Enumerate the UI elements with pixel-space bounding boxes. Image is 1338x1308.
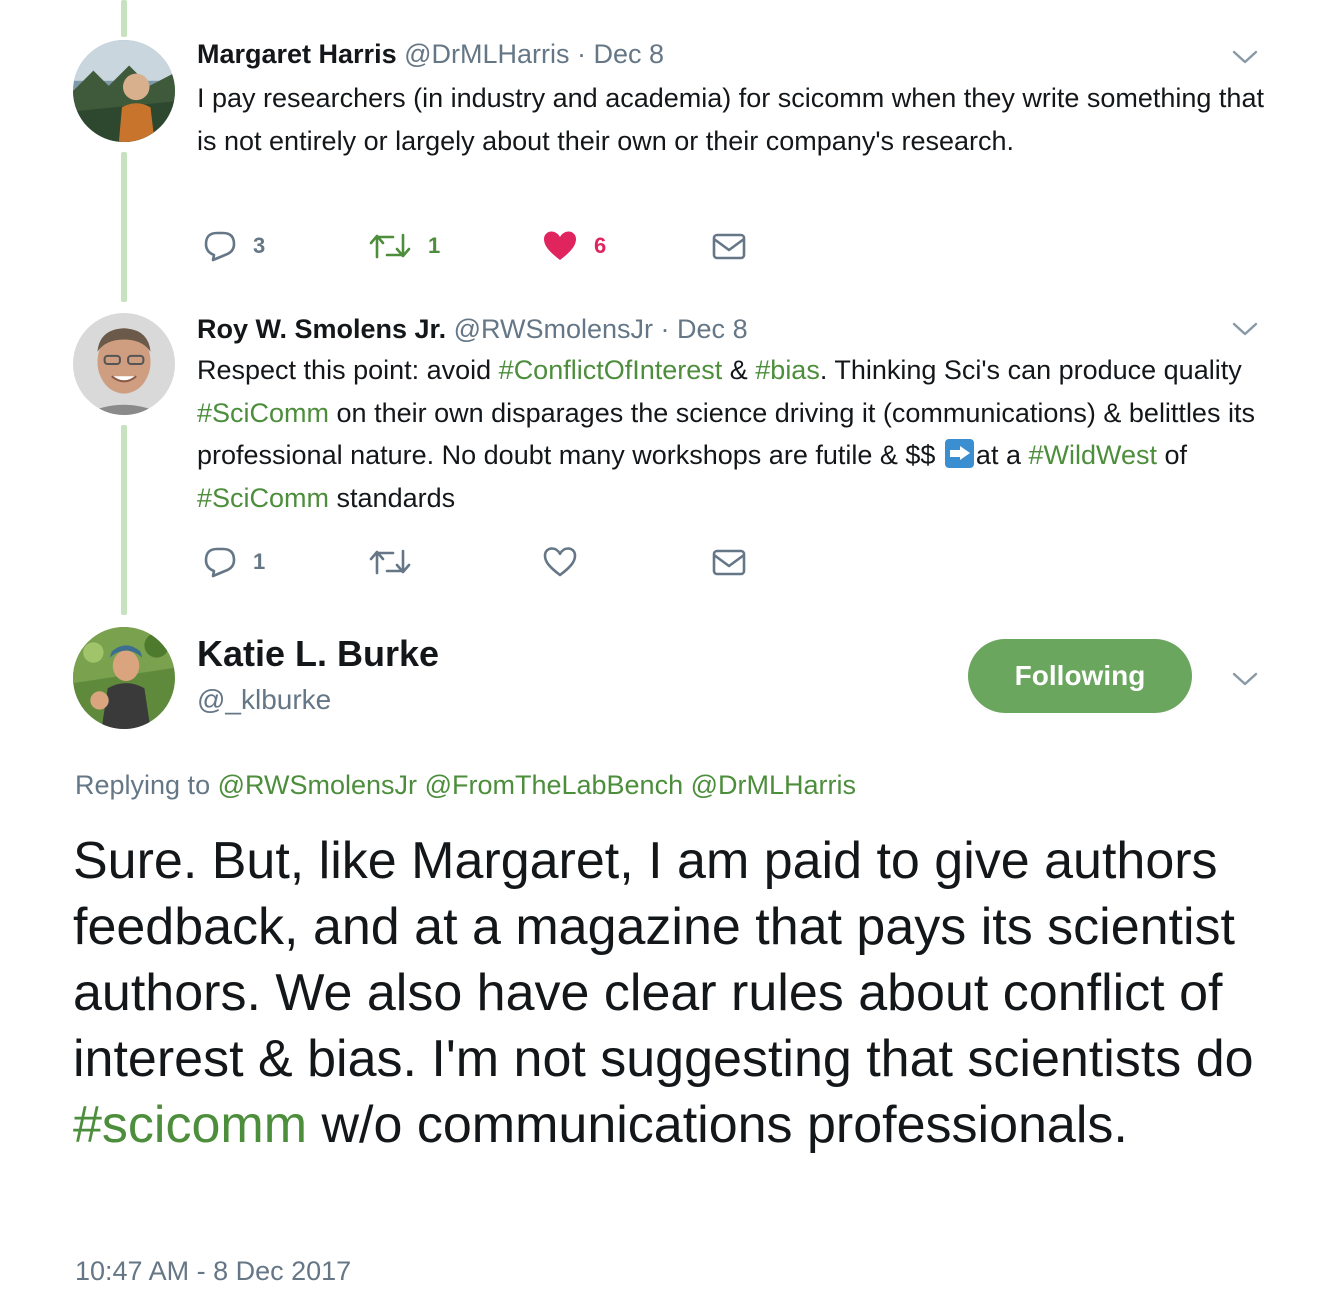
hashtag-link[interactable]: #bias [755, 355, 820, 385]
tweet-header: Margaret Harris @DrMLHarris · Dec 8 [197, 38, 664, 70]
avatar-roy-smolens[interactable] [73, 313, 175, 415]
main-tweet-text: Sure. But, like Margaret, I am paid to g… [73, 828, 1303, 1158]
retweet-button[interactable]: 1 [368, 226, 440, 266]
retweet-count: 1 [428, 233, 441, 258]
like-button[interactable]: 6 [542, 226, 606, 266]
mention-link[interactable]: @RWSmolensJr [218, 770, 417, 800]
separator: · [653, 314, 678, 344]
avatar-margaret-harris[interactable] [73, 40, 175, 142]
text-segment: Respect this point: avoid [197, 355, 499, 385]
direct-message-button[interactable] [712, 542, 746, 582]
like-icon [544, 231, 576, 260]
mention-link[interactable]: @FromTheLabBench [425, 770, 684, 800]
following-button[interactable]: Following [968, 639, 1192, 713]
chevron-down-icon[interactable] [1231, 670, 1259, 688]
thread-connector [121, 152, 127, 302]
tweet-text: I pay researchers (in industry and acade… [197, 83, 1264, 156]
text-segment: of [1157, 440, 1188, 470]
separator: · [569, 39, 594, 69]
hashtag-link[interactable]: #WildWest [1028, 440, 1157, 470]
thread-connector [121, 425, 127, 615]
hashtag-link[interactable]: #scicomm [73, 1096, 307, 1154]
author-name[interactable]: Margaret Harris [197, 39, 397, 69]
tweet-text: Respect this point: avoid #ConflictOfInt… [197, 349, 1267, 519]
avatar-photo [73, 40, 175, 142]
mention-link[interactable]: @DrMLHarris [691, 770, 856, 800]
retweet-icon [369, 233, 411, 259]
hashtag-link[interactable]: #ConflictOfInterest [499, 355, 723, 385]
text-segment: standards [329, 482, 456, 513]
avatar-katie-burke[interactable] [73, 627, 175, 729]
tweet-timestamp[interactable]: 10:47 AM - 8 Dec 2017 [75, 1256, 351, 1287]
reply-count: 1 [253, 549, 266, 574]
reply-icon [204, 231, 236, 262]
reply-button[interactable]: 1 [203, 542, 265, 582]
like-count: 6 [594, 233, 607, 258]
retweet-button[interactable] [368, 542, 412, 582]
tweet-date[interactable]: Dec 8 [677, 314, 748, 344]
direct-message-button[interactable] [712, 226, 746, 266]
author-handle[interactable]: @RWSmolensJr [454, 314, 653, 344]
replying-to: Replying to @RWSmolensJr @FromTheLabBenc… [75, 770, 856, 801]
like-button[interactable] [542, 542, 578, 582]
tweet-date[interactable]: Dec 8 [594, 39, 665, 69]
text-segment: w/o communications professionals. [307, 1096, 1128, 1154]
reply-icon [204, 547, 236, 578]
text-segment: . Thinking Sci's can produce quality [819, 355, 1242, 385]
arrow-right-emoji-icon [944, 439, 974, 468]
text-segment: at a [975, 440, 1029, 470]
avatar-photo [73, 313, 175, 415]
reply-count: 3 [253, 233, 266, 258]
author-name[interactable]: Katie L. Burke [197, 633, 439, 675]
text-segment: & [722, 355, 756, 385]
text-segment: Sure. But, like Margaret, I am paid to g… [73, 832, 1254, 1088]
hashtag-link[interactable]: #SciComm [197, 483, 329, 513]
direct-message-icon [712, 549, 746, 576]
avatar-photo [73, 627, 175, 729]
tweet-header: Roy W. Smolens Jr. @RWSmolensJr · Dec 8 [197, 313, 748, 345]
author-handle[interactable]: @DrMLHarris [404, 39, 569, 69]
retweet-icon [369, 549, 411, 575]
replying-prefix: Replying to [75, 770, 218, 800]
hashtag-link[interactable]: #SciComm [197, 398, 329, 428]
like-icon [543, 547, 577, 577]
thread-connector [121, 0, 127, 37]
author-handle[interactable]: @_klburke [197, 684, 331, 716]
reply-button[interactable]: 3 [203, 226, 265, 266]
direct-message-icon [712, 233, 746, 260]
author-name[interactable]: Roy W. Smolens Jr. [197, 314, 446, 344]
chevron-down-icon[interactable] [1231, 320, 1259, 338]
chevron-down-icon[interactable] [1231, 48, 1259, 66]
